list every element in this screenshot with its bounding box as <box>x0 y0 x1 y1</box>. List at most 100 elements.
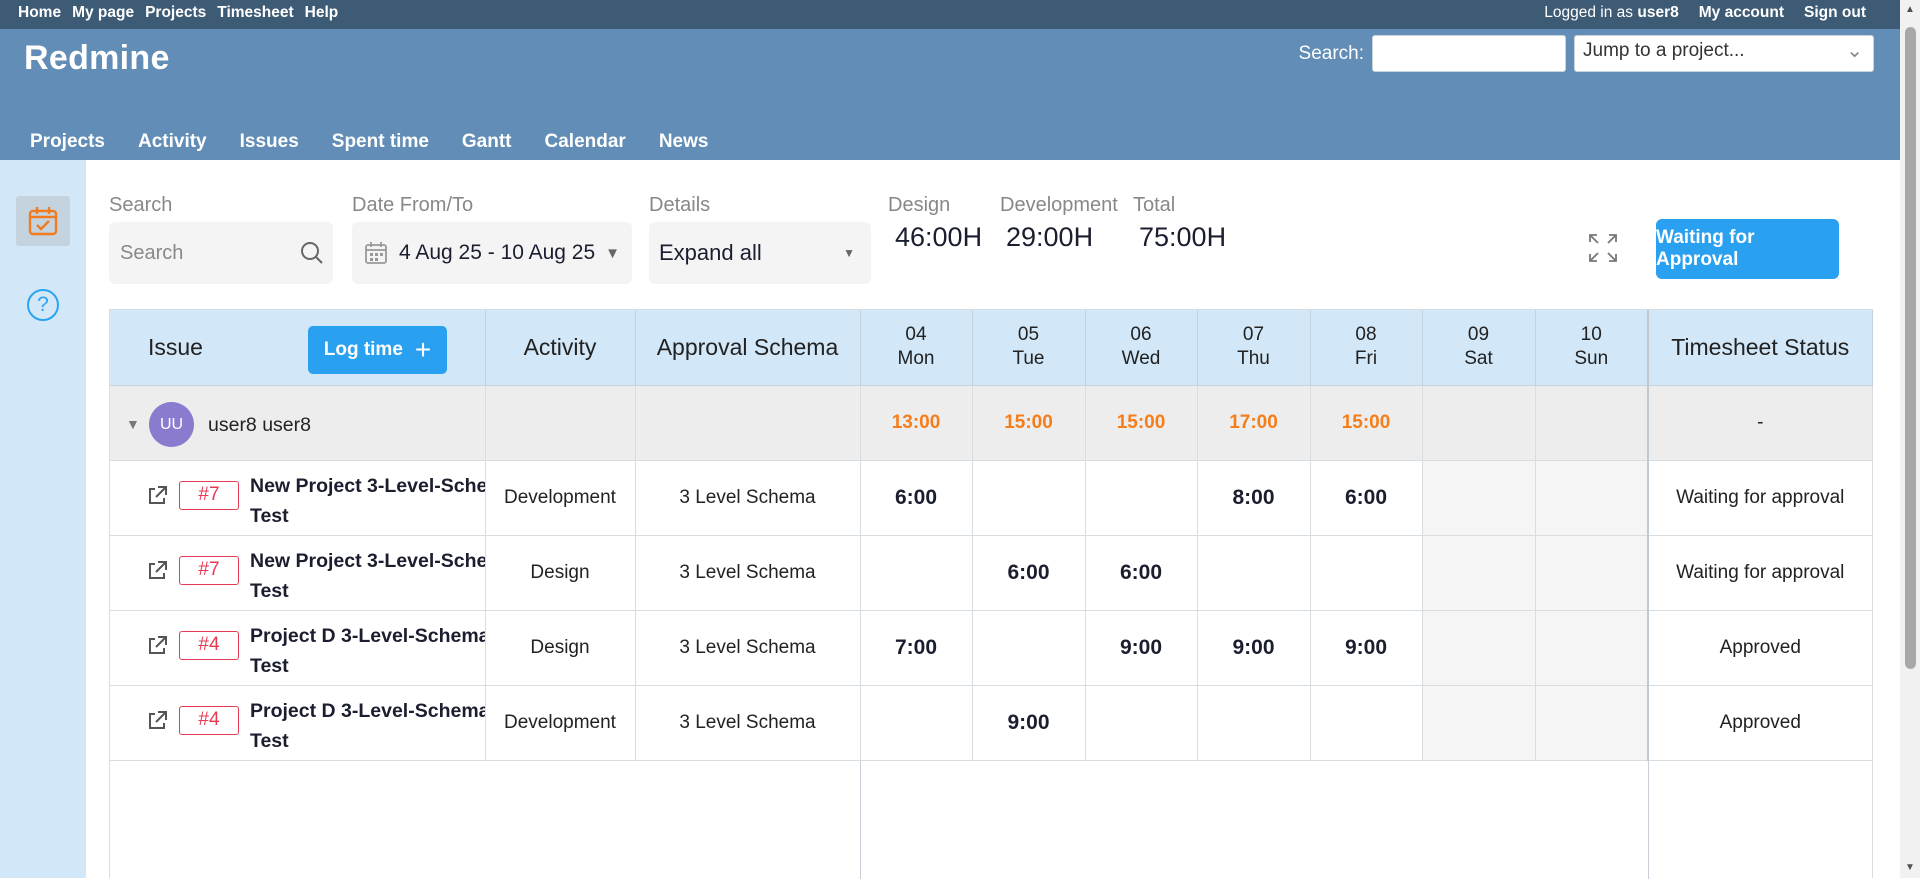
sign-out-link[interactable]: Sign out <box>1804 4 1866 22</box>
main-menu-spent-time[interactable]: Spent time <box>332 131 429 153</box>
user-day-total <box>1535 385 1649 461</box>
hours-cell[interactable] <box>860 535 973 611</box>
hours-cell[interactable] <box>1310 685 1423 761</box>
details-select[interactable]: Expand all ▼ <box>649 222 871 284</box>
hours-cell[interactable]: 8:00 <box>1197 460 1311 536</box>
issue-number-badge[interactable]: #7 <box>179 555 239 585</box>
issue-title[interactable]: New Project 3-Level-Schema Test <box>250 546 484 606</box>
timesheet-table: Issue Log time + Activity Approval Schem… <box>110 310 1873 761</box>
user-day-total: 15:00 <box>972 385 1086 461</box>
total-development-label: Development <box>1000 194 1118 216</box>
hours-cell[interactable]: 9:00 <box>1197 610 1311 686</box>
issue-title-line: New Project 3-Level-Schema <box>250 474 484 497</box>
external-link-icon[interactable] <box>146 635 168 657</box>
user-day-total <box>1422 385 1536 461</box>
header: Redmine Search: Jump to a project... ⌄ P… <box>0 29 1900 160</box>
issue-title[interactable]: Project D 3-Level-Schema Test <box>250 696 484 756</box>
hours-cell[interactable] <box>1422 685 1536 761</box>
external-link-icon[interactable] <box>146 485 168 507</box>
caret-down-icon: ▼ <box>843 246 855 260</box>
hours-cell[interactable] <box>1422 535 1536 611</box>
hours-cell[interactable] <box>860 685 973 761</box>
scrollbar-thumb[interactable] <box>1905 27 1916 669</box>
date-range-value: 4 Aug 25 - 10 Aug 25 <box>399 241 596 264</box>
top-menu-home-link[interactable]: Home <box>18 4 61 22</box>
day-name: Sun <box>1574 348 1609 370</box>
hours-cell[interactable]: 6:00 <box>1310 460 1423 536</box>
timesheet-status-cell: Approved <box>1647 685 1873 761</box>
total-design-value: 46:00H <box>895 222 983 252</box>
waiting-for-approval-button[interactable]: Waiting for Approval <box>1656 219 1839 279</box>
external-link-icon[interactable] <box>146 560 168 582</box>
jump-to-project-placeholder: Jump to a project... <box>1583 40 1745 61</box>
hours-cell[interactable] <box>1535 535 1649 611</box>
timesheet-status-cell: Waiting for approval <box>1647 535 1873 611</box>
scroll-up-arrow-icon[interactable]: ▲ <box>1905 4 1915 15</box>
hours-cell[interactable]: 9:00 <box>1310 610 1423 686</box>
site-title[interactable]: Redmine <box>24 39 170 78</box>
hours-cell[interactable] <box>972 460 1086 536</box>
log-time-button[interactable]: Log time + <box>308 326 447 374</box>
logged-in-user-link[interactable]: user8 <box>1637 4 1678 21</box>
date-range-picker[interactable]: 4 Aug 25 - 10 Aug 25 ▼ <box>352 222 632 284</box>
top-menu-projects-link[interactable]: Projects <box>145 4 206 22</box>
issue-number-badge[interactable]: #7 <box>179 480 239 510</box>
hours-cell[interactable]: 6:00 <box>1085 535 1198 611</box>
help-icon[interactable]: ? <box>27 289 59 321</box>
main-menu-projects[interactable]: Projects <box>30 131 105 153</box>
schema-cell: 3 Level Schema <box>635 535 861 611</box>
hours-cell[interactable]: 9:00 <box>1085 610 1198 686</box>
hours-cell[interactable] <box>1535 685 1649 761</box>
hours-cell[interactable] <box>1535 610 1649 686</box>
hours-cell[interactable]: 9:00 <box>972 685 1086 761</box>
top-menu-timesheet-link[interactable]: Timesheet <box>217 4 293 22</box>
issue-cell: #4 Project D 3-Level-Schema Test <box>110 610 486 686</box>
hours-cell[interactable] <box>1310 535 1423 611</box>
day-number: 07 <box>1242 324 1265 346</box>
main-menu-issues[interactable]: Issues <box>240 131 299 153</box>
issue-title[interactable]: New Project 3-Level-Schema Test <box>250 471 484 531</box>
hours-cell[interactable] <box>1085 460 1198 536</box>
collapse-caret-icon[interactable]: ▼ <box>126 416 140 432</box>
hours-cell[interactable]: 6:00 <box>860 460 973 536</box>
issue-title-line: Test <box>250 654 289 677</box>
hours-cell[interactable]: 7:00 <box>860 610 973 686</box>
main-menu-activity[interactable]: Activity <box>138 131 207 153</box>
activity-cell: Development <box>485 685 636 761</box>
calendar-icon <box>365 242 387 264</box>
logged-in-prefix: Logged in as <box>1544 4 1634 21</box>
search-label: Search: <box>1298 42 1364 64</box>
scroll-down-arrow-icon[interactable]: ▼ <box>1905 862 1915 873</box>
timesheet-calendar-icon[interactable] <box>16 196 70 246</box>
top-menu-my-page-link[interactable]: My page <box>72 4 134 22</box>
search-filter-placeholder: Search <box>120 241 184 264</box>
page-scrollbar[interactable]: ▲ ▼ <box>1900 0 1920 878</box>
search-filter-input[interactable]: Search <box>109 222 333 284</box>
activity-cell: Development <box>485 460 636 536</box>
hours-cell[interactable] <box>1535 460 1649 536</box>
hours-cell[interactable] <box>972 610 1086 686</box>
main-menu-gantt[interactable]: Gantt <box>462 131 512 153</box>
my-account-link[interactable]: My account <box>1699 4 1784 22</box>
main-menu-news[interactable]: News <box>659 131 709 153</box>
fullscreen-expand-icon[interactable] <box>1588 233 1618 263</box>
issue-number-badge[interactable]: #4 <box>179 630 239 660</box>
hours-cell[interactable] <box>1422 460 1536 536</box>
table-row: #7 New Project 3-Level-Schema Test Design… <box>110 535 1873 611</box>
hours-cell[interactable] <box>1197 685 1311 761</box>
total-label: Total <box>1133 194 1176 216</box>
top-menu-help-link[interactable]: Help <box>305 4 339 22</box>
external-link-icon[interactable] <box>146 710 168 732</box>
hours-cell[interactable] <box>1085 685 1198 761</box>
total-design-label: Design <box>888 194 951 216</box>
issue-title[interactable]: Project D 3-Level-Schema Test <box>250 621 484 681</box>
day-number: 10 <box>1580 324 1602 346</box>
main-menu-calendar[interactable]: Calendar <box>545 131 626 153</box>
hours-cell[interactable]: 6:00 <box>972 535 1086 611</box>
header-search-input[interactable] <box>1372 35 1566 72</box>
issue-number-badge[interactable]: #4 <box>179 705 239 735</box>
hours-cell[interactable] <box>1422 610 1536 686</box>
hours-cell[interactable] <box>1197 535 1311 611</box>
timesheet-status-column-header: Timesheet Status <box>1647 310 1873 386</box>
jump-to-project-select[interactable]: Jump to a project... ⌄ <box>1574 35 1874 72</box>
